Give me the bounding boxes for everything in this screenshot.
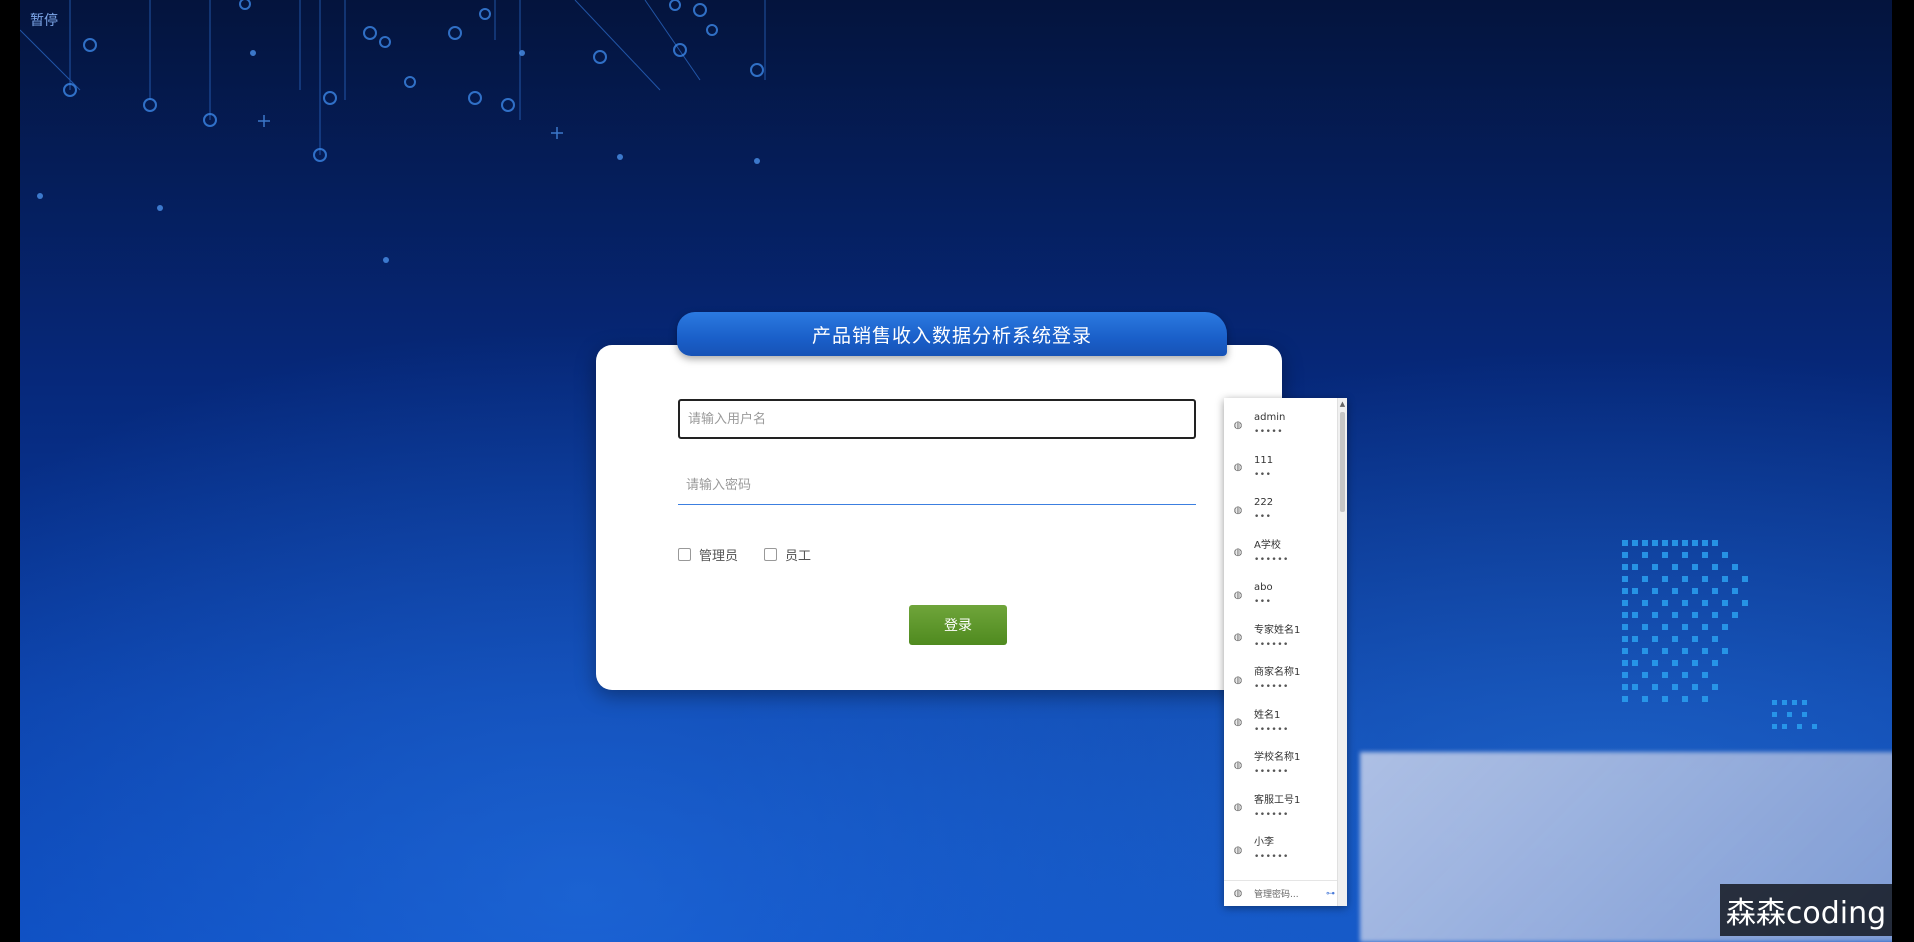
role-employee[interactable]: 员工 [764, 545, 811, 564]
autocomplete-username: admin [1254, 412, 1286, 424]
autocomplete-item[interactable]: ◍ A学校 •••••• [1224, 532, 1337, 575]
role-selector: 管理员 员工 [678, 545, 811, 564]
scroll-up-icon[interactable]: ▲ [1338, 398, 1347, 410]
manage-passwords-label: 管理密码... [1254, 890, 1299, 900]
role-employee-checkbox[interactable] [764, 548, 778, 561]
globe-icon: ◍ [1233, 504, 1243, 516]
autocomplete-password-mask: •••••• [1254, 852, 1289, 863]
autocomplete-item[interactable]: ◍ 222 ••• [1224, 489, 1337, 532]
login-button[interactable]: 登录 [909, 605, 1007, 645]
login-title: 产品销售收入数据分析系统登录 [811, 324, 1092, 347]
login-title-bar: 产品销售收入数据分析系统登录 [677, 312, 1227, 356]
autocomplete-password-mask: ••• [1254, 469, 1272, 480]
autocomplete-item[interactable]: ◍ 学校名称1 •••••• [1224, 744, 1337, 787]
scrollbar-thumb[interactable] [1340, 412, 1345, 512]
autocomplete-item[interactable]: ◍ 商家名称1 •••••• [1224, 659, 1337, 702]
autocomplete-username: 商家名称1 [1254, 667, 1301, 679]
autocomplete-username: abo [1254, 582, 1273, 594]
globe-icon: ◍ [1233, 717, 1243, 729]
dropdown-scrollbar[interactable]: ▲ [1337, 398, 1347, 906]
globe-icon: ◍ [1233, 759, 1243, 771]
globe-icon: ◍ [1233, 419, 1243, 431]
autocomplete-item[interactable]: ◍ 姓名1 •••••• [1224, 702, 1337, 745]
autocomplete-password-mask: •••••• [1254, 639, 1289, 650]
credential-autocomplete-dropdown: ◍ admin ••••• ◍ 111 ••• ◍ 222 ••• ◍ A学校 ••••… [1224, 398, 1347, 906]
globe-icon: ◍ [1233, 802, 1243, 814]
autocomplete-username: 姓名1 [1254, 709, 1281, 721]
autocomplete-password-mask: •••••• [1254, 682, 1289, 693]
autocomplete-password-mask: ••• [1254, 597, 1272, 608]
password-input[interactable] [678, 467, 1196, 505]
autocomplete-item[interactable]: ◍ 111 ••• [1224, 447, 1337, 490]
globe-icon: ◍ [1233, 632, 1243, 644]
key-icon: ⊶ [1326, 888, 1335, 899]
role-employee-label: 员工 [785, 549, 812, 564]
globe-icon: ◍ [1233, 674, 1243, 686]
autocomplete-password-mask: ••••• [1254, 427, 1284, 438]
autocomplete-item[interactable]: ◍ admin ••••• [1224, 404, 1337, 447]
pause-label: 暂停 [30, 13, 58, 29]
autocomplete-username: 小李 [1254, 837, 1274, 849]
autocomplete-password-mask: •••••• [1254, 809, 1289, 820]
autocomplete-username: 222 [1254, 497, 1274, 509]
autocomplete-password-mask: ••• [1254, 512, 1272, 523]
globe-icon: ◍ [1233, 589, 1243, 601]
watermark: 森森coding [1720, 884, 1892, 936]
autocomplete-username: A学校 [1254, 539, 1281, 551]
autocomplete-username: 学校名称1 [1254, 752, 1301, 764]
gear-icon: ◍ [1233, 888, 1243, 899]
autocomplete-password-mask: •••••• [1254, 554, 1289, 565]
autocomplete-username: 111 [1254, 454, 1274, 466]
role-admin-checkbox[interactable] [678, 548, 691, 561]
autocomplete-item[interactable]: ◍ 专家姓名1 •••••• [1224, 617, 1337, 660]
manage-passwords-item[interactable]: ◍ 管理密码... ⊶ [1224, 880, 1337, 906]
role-admin[interactable]: 管理员 [678, 545, 738, 564]
autocomplete-username: 客服工号1 [1254, 794, 1301, 806]
autocomplete-username: 专家姓名1 [1254, 624, 1301, 636]
login-card: 管理员 员工 登录 [596, 345, 1282, 690]
autocomplete-item[interactable]: ◍ 客服工号1 •••••• [1224, 787, 1337, 830]
autocomplete-item[interactable]: ◍ 小李 •••••• [1224, 829, 1337, 872]
autocomplete-list: ◍ admin ••••• ◍ 111 ••• ◍ 222 ••• ◍ A学校 ••••… [1224, 404, 1337, 872]
role-admin-label: 管理员 [699, 549, 739, 564]
username-input[interactable] [678, 399, 1196, 439]
globe-icon: ◍ [1233, 844, 1243, 856]
autocomplete-password-mask: •••••• [1254, 724, 1289, 735]
autocomplete-password-mask: •••••• [1254, 767, 1289, 778]
globe-icon: ◍ [1233, 462, 1243, 474]
autocomplete-item[interactable]: ◍ abo ••• [1224, 574, 1337, 617]
building-decoration [1622, 540, 1817, 729]
globe-icon: ◍ [1233, 547, 1243, 559]
circuit-decoration [20, 0, 766, 263]
